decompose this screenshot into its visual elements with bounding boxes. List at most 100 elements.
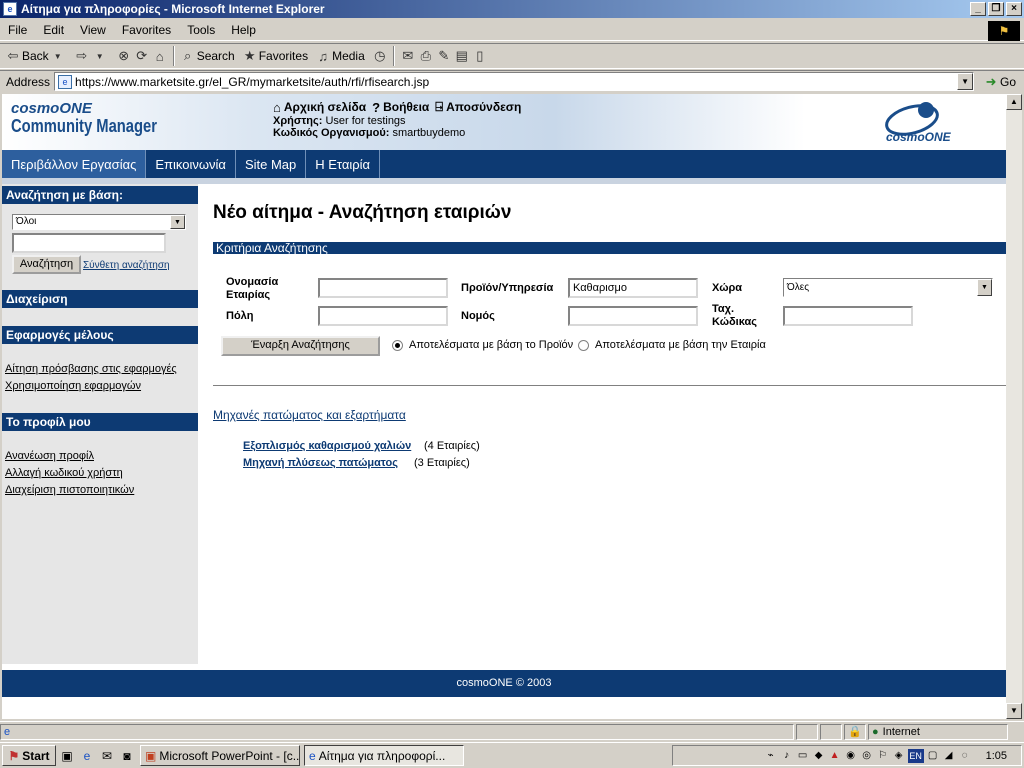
refresh-icon[interactable]: ⟳ xyxy=(133,48,151,64)
address-input[interactable]: e https://www.marketsite.gr/el_GR/mymark… xyxy=(54,72,975,91)
clock-tray-icon[interactable]: ◌ xyxy=(958,749,972,763)
menu-tools[interactable]: Tools xyxy=(179,23,223,37)
window-title: Αίτημα για πληροφορίες - Microsoft Inter… xyxy=(21,2,325,16)
brand-small: cosmoONE xyxy=(11,100,92,117)
chevron-down-icon: ▼ xyxy=(53,51,62,61)
nav-workspace[interactable]: Περιβάλλον Εργασίας xyxy=(2,150,147,178)
media-button[interactable]: ♫ Media xyxy=(314,45,365,67)
sidebar-item-change-password[interactable]: Αλλαγή κωδικού χρήστη xyxy=(5,467,123,479)
antivirus-icon[interactable]: ▲ xyxy=(828,749,842,763)
page-title: Νέο αίτημα - Αναζήτηση εταιριών xyxy=(213,202,512,223)
start-button[interactable]: ⚑ Start xyxy=(2,745,56,766)
address-label: Address xyxy=(6,74,51,89)
country-select[interactable]: Όλες ▼ xyxy=(783,278,993,297)
org-value: smartbuydemo xyxy=(392,127,466,139)
postal-input[interactable] xyxy=(783,306,913,326)
category-link[interactable]: Μηχανές πατώματος και εξαρτήματα xyxy=(213,408,406,422)
sidebar-admin-heading[interactable]: Διαχείριση xyxy=(2,290,198,308)
display-icon[interactable]: ▢ xyxy=(926,749,940,763)
favorites-label: Favorites xyxy=(258,49,309,63)
sidebar-item-refresh-profile[interactable]: Ανανέωση προφίλ xyxy=(5,450,94,462)
result-link[interactable]: Μηχανή πλύσεως πατώματος xyxy=(243,457,398,469)
discuss-icon[interactable]: ▤ xyxy=(453,48,471,64)
start-search-button[interactable]: Έναρξη Αναζήτησης xyxy=(221,336,380,356)
help-link[interactable]: Βοήθεια xyxy=(383,100,429,114)
country-value: Όλες xyxy=(787,282,810,293)
history-icon[interactable]: ◷ xyxy=(371,48,389,64)
minimize-button[interactable]: _ xyxy=(970,2,986,16)
menu-help[interactable]: Help xyxy=(223,23,264,37)
city-input[interactable] xyxy=(318,306,448,326)
user-label: Χρήστης: xyxy=(273,115,323,127)
product-input[interactable]: Καθαρισμο xyxy=(568,278,698,298)
show-desktop-icon[interactable]: ▣ xyxy=(58,747,76,765)
result-link[interactable]: Εξοπλισμός καθαρισμού χαλιών xyxy=(243,440,411,452)
task-ie[interactable]: e Αίτημα για πληροφορί... xyxy=(304,745,464,766)
sidebar-item-request-access[interactable]: Αίτηση πρόσβασης στις εφαρμογές xyxy=(5,363,177,375)
lang-icon[interactable]: EN xyxy=(907,748,924,763)
logout-link[interactable]: Αποσύνδεση xyxy=(446,100,521,114)
sidebar-item-use-apps[interactable]: Χρησιμοποίηση εφαρμογών xyxy=(5,380,141,392)
nav-company[interactable]: Η Εταιρία xyxy=(306,150,381,178)
back-button[interactable]: ⇦ Back ▼ xyxy=(4,45,67,67)
org-label: Κωδικός Οργανισμού: xyxy=(273,127,390,139)
address-dropdown-icon[interactable]: ▼ xyxy=(957,73,974,90)
network-icon[interactable]: ⌁ xyxy=(764,749,778,763)
address-bar: Address e https://www.marketsite.gr/el_G… xyxy=(0,70,1024,92)
scroll-up-icon[interactable]: ▲ xyxy=(1006,94,1022,110)
messenger-icon[interactable]: ▯ xyxy=(471,48,489,64)
task-powerpoint[interactable]: ▣ Microsoft PowerPoint - [c... xyxy=(140,745,300,766)
sidebar-search-button[interactable]: Αναζήτηση xyxy=(12,255,81,274)
nav-communication[interactable]: Επικοινωνία xyxy=(146,150,236,178)
monitor-icon[interactable]: ▭ xyxy=(796,749,810,763)
nav-sitemap[interactable]: Site Map xyxy=(236,150,307,178)
criteria-heading: Κριτήρια Αναζήτησης xyxy=(213,242,1006,254)
search-scope-value: Όλοι xyxy=(16,216,37,227)
scroll-down-icon[interactable]: ▼ xyxy=(1006,703,1022,719)
toolbar-separator xyxy=(172,46,175,66)
advanced-search-link[interactable]: Σύνθετη αναζήτηση xyxy=(83,260,170,271)
mail-icon[interactable]: ✉ xyxy=(399,48,417,64)
back-arrow-icon: ⇦ xyxy=(7,48,19,63)
forward-button[interactable]: ⇨ ▼ xyxy=(73,45,109,67)
stop-icon[interactable]: ⊗ xyxy=(115,48,133,64)
edit-icon[interactable]: ✎ xyxy=(435,48,453,64)
search-button[interactable]: ⌕ Search xyxy=(179,45,235,67)
radio-by-company[interactable] xyxy=(578,340,589,351)
chat-icon[interactable]: ◎ xyxy=(860,749,874,763)
vertical-scrollbar[interactable]: ▲ ▼ xyxy=(1006,94,1022,719)
update-icon[interactable]: ◈ xyxy=(892,749,906,763)
divider xyxy=(213,385,1006,387)
city-label: Πόλη xyxy=(226,310,254,322)
go-button[interactable]: ➜ Go xyxy=(982,74,1016,90)
speaker-icon[interactable]: ♪ xyxy=(780,749,794,763)
home-icon[interactable]: ⌂ xyxy=(151,48,169,64)
ie-launch-icon[interactable]: e xyxy=(78,747,96,765)
tray-app-icon[interactable]: ◆ xyxy=(812,749,826,763)
clock[interactable]: 1:05 xyxy=(986,750,1007,762)
home-link[interactable]: Αρχική σελίδα xyxy=(284,100,366,114)
print-icon[interactable]: ⎙ xyxy=(417,48,435,64)
outlook-icon[interactable]: ✉ xyxy=(98,747,116,765)
flag-icon[interactable]: ⚐ xyxy=(876,749,890,763)
app-icon[interactable]: ◙ xyxy=(118,747,136,765)
menu-file[interactable]: File xyxy=(0,23,35,37)
site-footer: cosmoONE © 2003 xyxy=(2,670,1006,697)
sidebar-item-certificates[interactable]: Διαχείριση πιστοποιητικών xyxy=(5,484,134,496)
volume-icon[interactable]: ◢ xyxy=(942,749,956,763)
security-icon[interactable]: ◉ xyxy=(844,749,858,763)
radio-by-product[interactable] xyxy=(392,340,403,351)
search-scope-select[interactable]: Όλοι ▼ xyxy=(12,214,186,230)
company-input[interactable] xyxy=(318,278,448,298)
menu-favorites[interactable]: Favorites xyxy=(114,23,179,37)
favorites-button[interactable]: ★ Favorites xyxy=(241,45,308,67)
menu-view[interactable]: View xyxy=(72,23,114,37)
main-content: Νέο αίτημα - Αναζήτηση εταιριών Κριτήρια… xyxy=(198,184,1006,664)
chevron-down-icon: ▼ xyxy=(977,279,992,296)
menu-edit[interactable]: Edit xyxy=(35,23,72,37)
sidebar-search-input[interactable] xyxy=(12,233,166,253)
prefecture-input[interactable] xyxy=(568,306,698,326)
close-button[interactable]: × xyxy=(1006,2,1022,16)
prefecture-label: Νομός xyxy=(461,310,495,322)
maximize-button[interactable]: ❐ xyxy=(988,2,1004,16)
